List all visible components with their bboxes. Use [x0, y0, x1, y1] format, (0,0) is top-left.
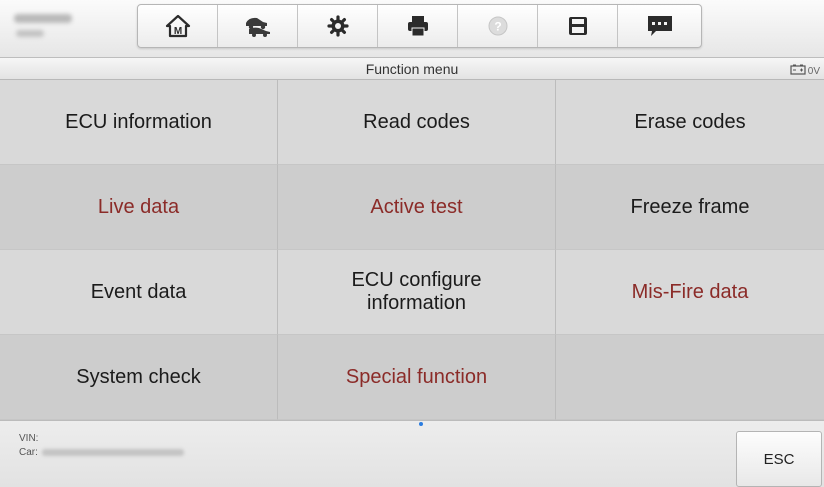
menu-item-ecu-configure-information[interactable]: ECU configure information	[278, 250, 556, 335]
brand-logo	[14, 12, 84, 44]
menu-item-label: Active test	[370, 195, 463, 218]
page-title: Function menu	[365, 60, 459, 77]
battery-indicator: 0V	[790, 62, 820, 80]
car-label: Car:	[19, 447, 38, 458]
menu-item-label: Read codes	[363, 110, 470, 133]
car-info: Car:	[19, 447, 184, 458]
menu-item-system-check[interactable]: System check	[0, 335, 278, 420]
menu-item-event-data[interactable]: Event data	[0, 250, 278, 335]
menu-item-label: Special function	[345, 365, 488, 388]
car-name-redacted	[41, 449, 184, 456]
help-icon: ?	[487, 15, 509, 37]
menu-item-empty	[556, 335, 824, 420]
home-icon: M	[165, 14, 191, 38]
esc-button[interactable]: ESC	[736, 431, 822, 487]
menu-item-active-test[interactable]: Active test	[278, 165, 556, 250]
vehicle-swap-icon	[243, 14, 273, 38]
menu-item-mis-fire-data[interactable]: Mis-Fire data	[556, 250, 824, 335]
menu-item-label: ECU configure information	[351, 269, 482, 314]
page-indicator-dot	[419, 422, 423, 426]
menu-item-ecu-information[interactable]: ECU information	[0, 80, 278, 165]
print-button[interactable]	[378, 5, 458, 47]
menu-item-erase-codes[interactable]: Erase codes	[556, 80, 824, 165]
svg-text:?: ?	[494, 20, 501, 34]
function-menu-grid: ECU information Read codes Erase codes L…	[0, 80, 824, 420]
menu-item-label: Live data	[97, 195, 180, 218]
help-button[interactable]: ?	[458, 5, 538, 47]
vehicle-swap-button[interactable]	[218, 5, 298, 47]
menu-item-live-data[interactable]: Live data	[0, 165, 278, 250]
battery-icon	[790, 62, 806, 80]
function-title-bar: Function menu 0V	[0, 58, 824, 80]
vehicle-info-footer: VIN: Car: ESC	[0, 420, 824, 487]
save-button[interactable]	[538, 5, 618, 47]
menu-item-label: Freeze frame	[630, 195, 750, 218]
toolbar-button-strip: M ?	[137, 4, 702, 48]
settings-button[interactable]	[298, 5, 378, 47]
message-icon	[646, 14, 674, 38]
menu-item-label: Mis-Fire data	[631, 280, 749, 303]
battery-voltage: 0V	[807, 65, 820, 77]
menu-item-read-codes[interactable]: Read codes	[278, 80, 556, 165]
top-toolbar: M ?	[0, 0, 824, 58]
menu-item-label: ECU information	[65, 110, 212, 133]
menu-item-label: Event data	[90, 280, 187, 303]
home-button[interactable]: M	[138, 5, 218, 47]
menu-item-label: System check	[76, 365, 201, 388]
vin-label: VIN:	[19, 433, 39, 444]
message-button[interactable]	[618, 5, 701, 47]
printer-icon	[406, 15, 430, 37]
svg-text:M: M	[173, 26, 181, 37]
menu-item-special-function[interactable]: Special function	[278, 335, 556, 420]
menu-item-freeze-frame[interactable]: Freeze frame	[556, 165, 824, 250]
save-icon	[568, 16, 588, 36]
menu-item-label: Erase codes	[634, 110, 746, 133]
settings-gear-icon	[326, 15, 349, 37]
